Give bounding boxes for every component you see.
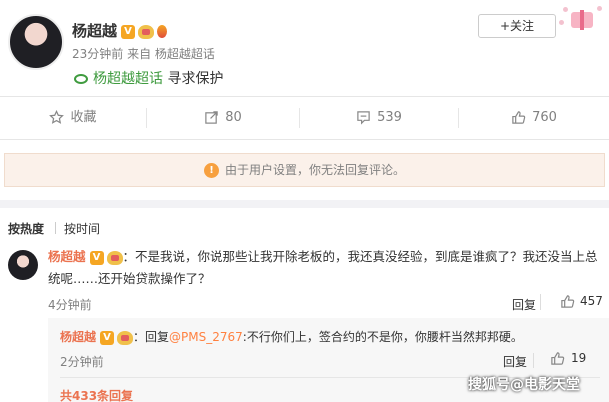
commenter-name[interactable]: 杨超越 (48, 249, 86, 264)
sort-by-time-tab[interactable]: 按时间 (64, 220, 100, 237)
post-time[interactable]: 23分钟前 (72, 47, 123, 61)
author-name[interactable]: 杨超越 (72, 22, 117, 40)
comment-count: 539 (377, 110, 402, 125)
section-separator (0, 200, 609, 208)
action-bar: 收藏 80 539 760 (0, 96, 609, 140)
like-button[interactable]: 760 (459, 97, 609, 139)
comment-restriction-notice: ! 由于用户设置，你无法回复评论。 (4, 153, 605, 187)
comment-text: ：不是我说，你说那些让我开除老板的，我还真没经验，到底是谁疯了？我还没当上总统呢… (48, 249, 598, 286)
balloon-badge-icon (157, 25, 168, 38)
verified-v-icon: V (89, 250, 104, 265)
gift-decoration-icon (557, 4, 605, 30)
repost-icon (205, 111, 218, 124)
sort-by-hot-tab[interactable]: 按热度 (8, 220, 44, 237)
comment-icon (357, 111, 370, 125)
comment-like-count: 457 (580, 294, 603, 308)
comment-action-divider (540, 294, 541, 310)
reply-prefix: ：回复 (133, 330, 170, 344)
commenter-avatar[interactable] (8, 250, 38, 280)
favorite-button[interactable]: 收藏 (0, 97, 146, 139)
topic-link[interactable]: 杨超越超话 (93, 71, 163, 87)
post-meta: 23分钟前 来自 杨超越超话 (72, 45, 215, 62)
thumbs-up-icon (512, 111, 526, 124)
notice-text: 由于用户设置，你无法回复评论。 (224, 163, 405, 177)
reply-text: :不行你们上，签合约的不是你，你腰杆当然邦邦硬。 (242, 330, 523, 344)
crown-badge-icon (138, 24, 155, 39)
comment-button[interactable]: 539 (300, 97, 458, 139)
repost-count: 80 (225, 110, 242, 125)
reply-mention-link[interactable]: @PMS_2767 (169, 330, 243, 344)
crown-badge-icon (117, 330, 134, 345)
repost-button[interactable]: 80 (147, 97, 299, 139)
author-avatar[interactable] (8, 14, 64, 70)
author-name-row: 杨超越 V (72, 20, 168, 41)
reply-like-count: 19 (571, 351, 587, 365)
favorite-label: 收藏 (70, 110, 97, 125)
comment-like-button[interactable]: 457 (560, 294, 603, 309)
post-source: 来自 杨超越超话 (127, 47, 215, 61)
verified-v-icon: V (100, 330, 115, 345)
thumbs-up-icon (551, 352, 565, 365)
comment-time: 4分钟前 (48, 298, 92, 312)
crown-badge-icon (106, 250, 123, 265)
supertopic-icon (74, 74, 88, 84)
reply-author-name[interactable]: 杨超越 (60, 330, 96, 344)
topic-text: 寻求保护 (167, 71, 224, 87)
warning-icon: ! (203, 163, 219, 178)
reply-time: 2分钟前 (60, 355, 104, 369)
reply-action-divider (533, 353, 534, 368)
view-all-replies-link[interactable]: 共433条回复 (60, 387, 133, 402)
like-count: 760 (532, 110, 557, 125)
verified-v-icon: V (121, 24, 136, 39)
reply-like-button[interactable]: 19 (550, 351, 586, 366)
topic-row: 杨超越超话 寻求保护 (74, 68, 223, 88)
reply-reply-button[interactable]: 回复 (503, 353, 527, 370)
comment-reply-button[interactable]: 回复 (512, 296, 536, 313)
sort-divider (55, 222, 56, 234)
star-icon (49, 110, 65, 124)
reply-body: 杨超越 V ：回复@PMS_2767:不行你们上，签合约的不是你，你腰杆当然邦邦硬。 (60, 328, 600, 345)
watermark-text: 搜狐号@电影天堂 (468, 377, 580, 393)
thumbs-up-icon (561, 295, 575, 308)
follow-button[interactable]: +关注 (478, 14, 556, 38)
comment-body: 杨超越 V ：不是我说，你说那些让我开除老板的，我还真没经验，到底是谁疯了？我还没当… (48, 246, 601, 290)
